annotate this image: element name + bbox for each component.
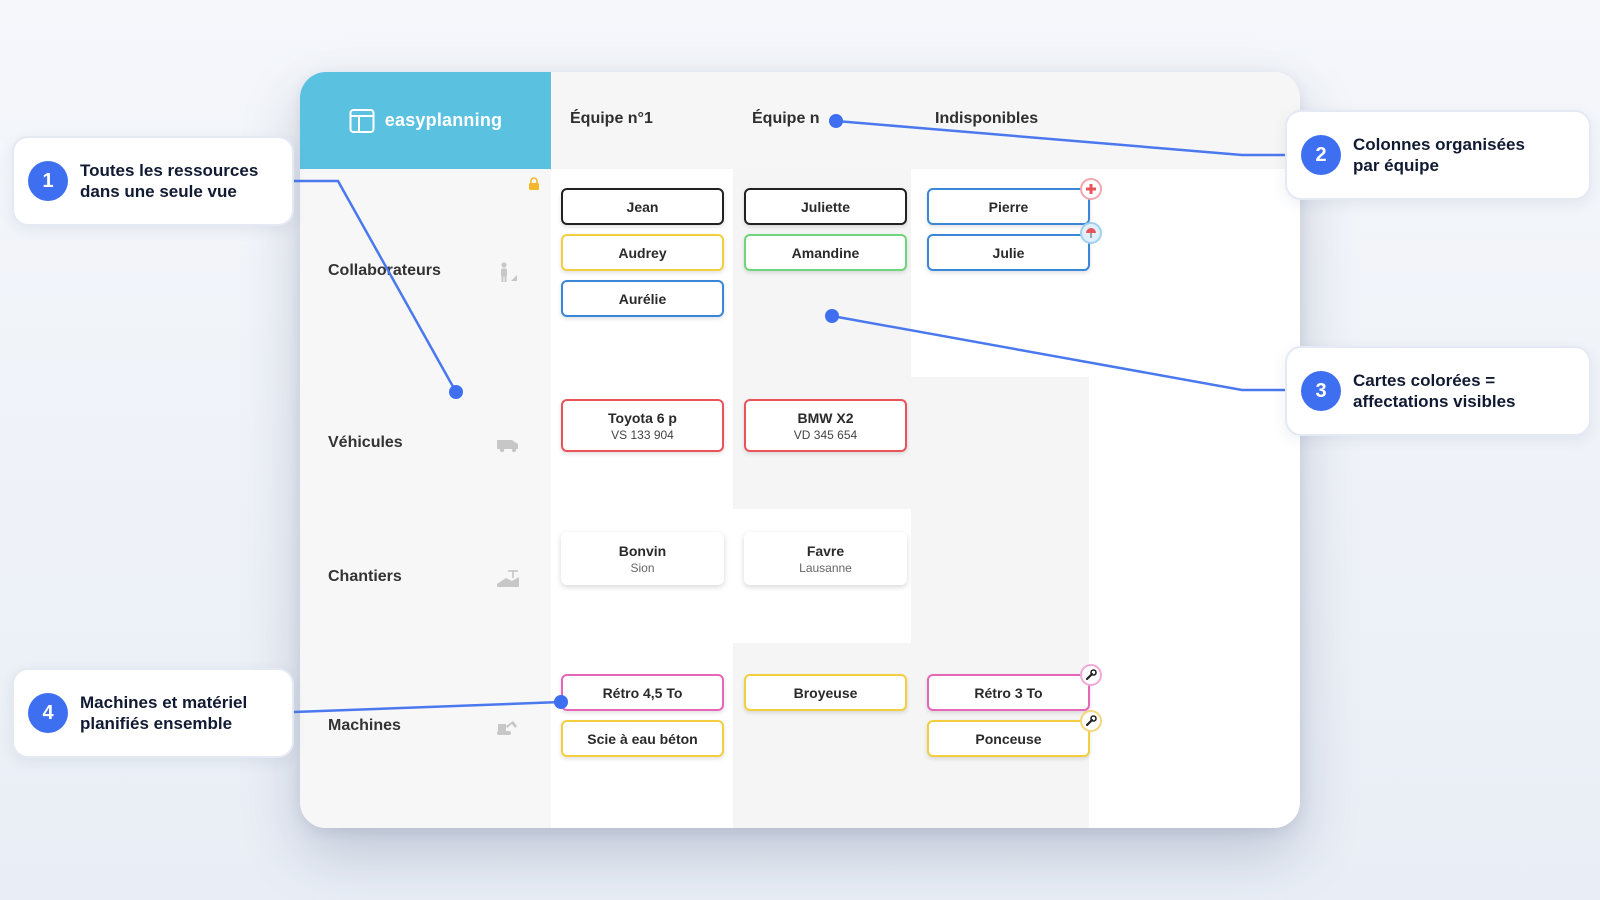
callout-text: Colonnes organisées par équipe — [1353, 135, 1525, 175]
callout-3: 3 Cartes colorées = affectations visibles — [1285, 346, 1591, 436]
zone-unavailable-vehicules — [911, 377, 1089, 509]
card-jean[interactable]: Jean — [561, 188, 724, 225]
row-label-collaborateurs: Collaborateurs — [328, 262, 441, 279]
card-bmw[interactable]: BMW X2 VD 345 654 — [744, 399, 907, 452]
card-toyota[interactable]: Toyota 6 p VS 133 904 — [561, 399, 724, 452]
wrench-icon — [1080, 710, 1102, 732]
construction-site-icon — [497, 570, 519, 587]
column-header-bar — [551, 72, 1300, 169]
card-favre[interactable]: Favre Lausanne — [744, 532, 907, 585]
row-label-machines: Machines — [328, 717, 401, 734]
card-scie[interactable]: Scie à eau béton — [561, 720, 724, 757]
person-icon — [501, 262, 517, 282]
card-juliette[interactable]: Juliette — [744, 188, 907, 225]
column-header-team-2[interactable]: Équipe n — [752, 110, 820, 128]
column-header-unavailable[interactable]: Indisponibles — [935, 110, 1038, 128]
card-retro-3[interactable]: Rétro 3 To — [927, 674, 1090, 711]
vacation-umbrella-icon — [1080, 222, 1102, 244]
calendar-logo-icon — [349, 108, 375, 133]
card-pierre[interactable]: Pierre — [927, 188, 1090, 225]
wrench-icon — [1080, 664, 1102, 686]
card-aurelie[interactable]: Aurélie — [561, 280, 724, 317]
callout-2: 2 Colonnes organisées par équipe — [1285, 110, 1591, 200]
callout-1: 1 Toutes les ressources dans une seule vu… — [12, 136, 294, 226]
callout-number: 2 — [1301, 135, 1341, 175]
card-julie[interactable]: Julie — [927, 234, 1090, 271]
lock-icon[interactable] — [528, 177, 540, 191]
excavator-icon — [497, 721, 517, 735]
callout-number: 3 — [1301, 371, 1341, 411]
row-label-vehicules: Véhicules — [328, 434, 403, 451]
card-audrey[interactable]: Audrey — [561, 234, 724, 271]
callout-text: Toutes les ressources dans une seule vue — [80, 161, 259, 201]
callout-4: 4 Machines et matériel planifiés ensemble — [12, 668, 294, 758]
card-amandine[interactable]: Amandine — [744, 234, 907, 271]
card-bonvin[interactable]: Bonvin Sion — [561, 532, 724, 585]
column-header-team-1[interactable]: Équipe n°1 — [570, 110, 653, 128]
callout-text: Cartes colorées = affectations visibles — [1353, 371, 1516, 411]
medical-cross-icon — [1080, 178, 1102, 200]
card-retro-45[interactable]: Rétro 4,5 To — [561, 674, 724, 711]
logo[interactable]: easyplanning — [300, 72, 551, 169]
row-label-chantiers: Chantiers — [328, 568, 402, 585]
logo-text: easyplanning — [384, 110, 503, 130]
van-icon — [497, 440, 518, 453]
card-ponceuse[interactable]: Ponceuse — [927, 720, 1090, 757]
callout-number: 4 — [28, 693, 68, 733]
planning-app-window: easyplanning Équipe n°1 Équipe n Indispo… — [300, 72, 1300, 828]
card-broyeuse[interactable]: Broyeuse — [744, 674, 907, 711]
callout-text: Machines et matériel planifiés ensemble — [80, 693, 248, 733]
zone-unavailable-chantiers — [911, 509, 1089, 643]
zone-team-2-machines — [733, 643, 911, 828]
callout-number: 1 — [28, 161, 68, 201]
